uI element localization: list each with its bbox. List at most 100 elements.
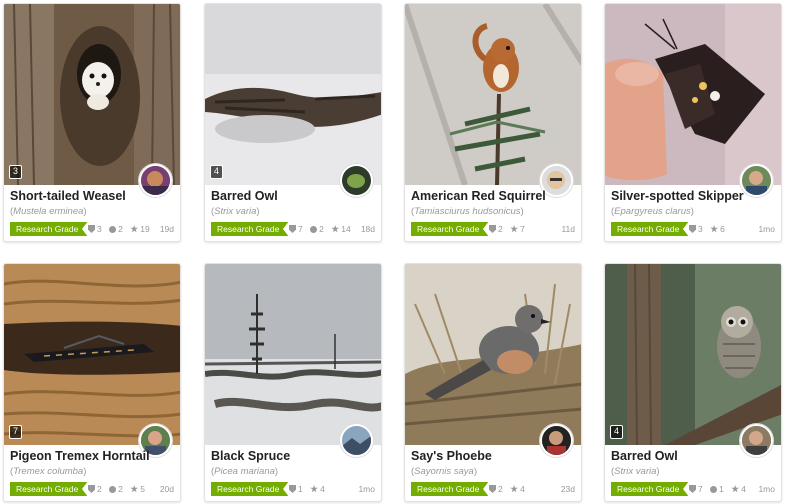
common-name[interactable]: American Red Squirrel	[411, 189, 546, 203]
observation-age: 18d	[360, 224, 375, 234]
research-grade-badge: Research Grade	[211, 482, 289, 496]
photo-count-badge: 3	[9, 165, 22, 179]
observation-photo[interactable]	[405, 264, 581, 445]
observation-age: 1mo	[758, 484, 775, 494]
star-icon	[731, 485, 740, 493]
identification-icon	[489, 225, 496, 233]
observation-stats: 7 2 14	[289, 222, 356, 236]
common-name[interactable]: Pigeon Tremex Horntail	[10, 449, 150, 463]
observation-photo[interactable]	[405, 4, 581, 185]
observation-card[interactable]: Say's Phoebe (Sayornis saya) Research Gr…	[404, 263, 582, 502]
observation-stats: 7 1 4	[689, 482, 751, 496]
scientific-name: (Tamiasciurus hudsonicus)	[411, 206, 524, 217]
observation-grid: 3 Short-tailed Weasel (Mustela erminea) …	[0, 0, 786, 504]
identification-icon	[289, 485, 296, 493]
star-icon	[710, 225, 718, 233]
fave-count: 4	[320, 484, 325, 494]
scientific-name: (Picea mariana)	[211, 466, 279, 477]
common-name[interactable]: Barred Owl	[611, 449, 741, 463]
observation-stats: 3 6	[689, 222, 730, 236]
common-name[interactable]: Black Spruce	[211, 449, 341, 463]
id-count: 2	[97, 484, 102, 494]
star-icon	[331, 225, 340, 233]
photo-count-badge: 7	[9, 425, 22, 439]
scientific-name: (Mustela erminea)	[10, 206, 87, 217]
observation-photo[interactable]	[205, 4, 381, 185]
observation-age: 1mo	[358, 484, 375, 494]
comment-icon	[109, 226, 117, 233]
research-grade-badge: Research Grade	[411, 222, 489, 236]
observation-photo[interactable]	[4, 4, 180, 185]
observation-age: 11d	[561, 224, 575, 234]
observation-stats: 2 4	[489, 482, 530, 496]
star-icon	[510, 225, 518, 233]
star-icon	[130, 225, 139, 233]
star-icon	[310, 485, 318, 493]
scientific-name-text: Picea mariana	[214, 466, 275, 477]
scientific-name: (Sayornis saya)	[411, 466, 478, 477]
scientific-name-text: Strix varia	[214, 206, 257, 217]
scientific-name: (Strix varia)	[211, 206, 260, 217]
comment-icon	[710, 486, 718, 493]
observation-age: 20d	[159, 484, 174, 494]
observation-photo[interactable]	[4, 264, 180, 445]
scientific-name: (Strix varia)	[611, 466, 660, 477]
id-count: 3	[698, 224, 703, 234]
card-footer: Research Grade 7 2 14 18d	[211, 222, 375, 236]
observation-card[interactable]: Black Spruce (Picea mariana) Research Gr…	[204, 263, 382, 502]
common-name[interactable]: Say's Phoebe	[411, 449, 541, 463]
observation-photo[interactable]	[605, 264, 781, 445]
id-count: 7	[698, 484, 703, 494]
avatar[interactable]	[139, 164, 172, 197]
avatar[interactable]	[540, 424, 573, 457]
research-grade-badge: Research Grade	[411, 482, 489, 496]
card-footer: Research Grade 1 4 1mo	[211, 482, 375, 496]
card-footer: Research Grade 3 2 19 19d	[10, 222, 174, 236]
common-name[interactable]: Silver-spotted Skipper	[611, 189, 744, 203]
observation-photo[interactable]	[205, 264, 381, 445]
avatar[interactable]	[740, 424, 773, 457]
observation-stats: 2 2 5	[88, 482, 150, 496]
observation-card[interactable]: 7 Pigeon Tremex Horntail (Tremex columba…	[3, 263, 181, 502]
identification-icon	[689, 225, 696, 233]
observation-card[interactable]: American Red Squirrel (Tamiasciurus huds…	[404, 3, 582, 242]
id-count: 3	[97, 224, 102, 234]
identification-icon	[489, 485, 496, 493]
observation-card[interactable]: Silver-spotted Skipper (Epargyreus claru…	[604, 3, 782, 242]
observation-card[interactable]: 3 Short-tailed Weasel (Mustela erminea) …	[3, 3, 181, 242]
common-name[interactable]: Barred Owl	[211, 189, 341, 203]
scientific-name-text: Sayornis saya	[414, 466, 474, 477]
id-count: 7	[298, 224, 303, 234]
avatar[interactable]	[740, 164, 773, 197]
card-footer: Research Grade 7 1 4 1mo	[611, 482, 775, 496]
scientific-name-text: Strix varia	[614, 466, 657, 477]
observation-stats: 1 4	[289, 482, 330, 496]
star-icon	[130, 485, 139, 493]
scientific-name-text: Epargyreus clarus	[614, 206, 691, 217]
research-grade-badge: Research Grade	[611, 482, 689, 496]
research-grade-badge: Research Grade	[211, 222, 289, 236]
observation-card[interactable]: 4 Barred Owl (Strix varia) Research Grad…	[204, 3, 382, 242]
star-icon	[510, 485, 518, 493]
photo-count-badge: 4	[210, 165, 223, 179]
comment-icon	[109, 486, 117, 493]
avatar[interactable]	[340, 424, 373, 457]
fave-count: 6	[720, 224, 725, 234]
identification-icon	[689, 485, 696, 493]
id-count: 2	[498, 224, 503, 234]
scientific-name-text: Tamiasciurus hudsonicus	[414, 206, 521, 217]
common-name[interactable]: Short-tailed Weasel	[10, 189, 140, 203]
scientific-name-text: Mustela erminea	[13, 206, 84, 217]
identification-icon	[88, 485, 95, 493]
comment-count: 1	[719, 484, 724, 494]
research-grade-badge: Research Grade	[611, 222, 689, 236]
observation-photo[interactable]	[605, 4, 781, 185]
fave-count: 4	[741, 484, 746, 494]
observation-card[interactable]: 4 Barred Owl (Strix varia) Research Grad…	[604, 263, 782, 502]
avatar[interactable]	[340, 164, 373, 197]
comment-count: 2	[118, 484, 123, 494]
scientific-name-text: Tremex columba	[13, 466, 84, 477]
fave-count: 7	[520, 224, 525, 234]
observation-age: 23d	[560, 484, 575, 494]
observation-stats: 3 2 19	[88, 222, 155, 236]
